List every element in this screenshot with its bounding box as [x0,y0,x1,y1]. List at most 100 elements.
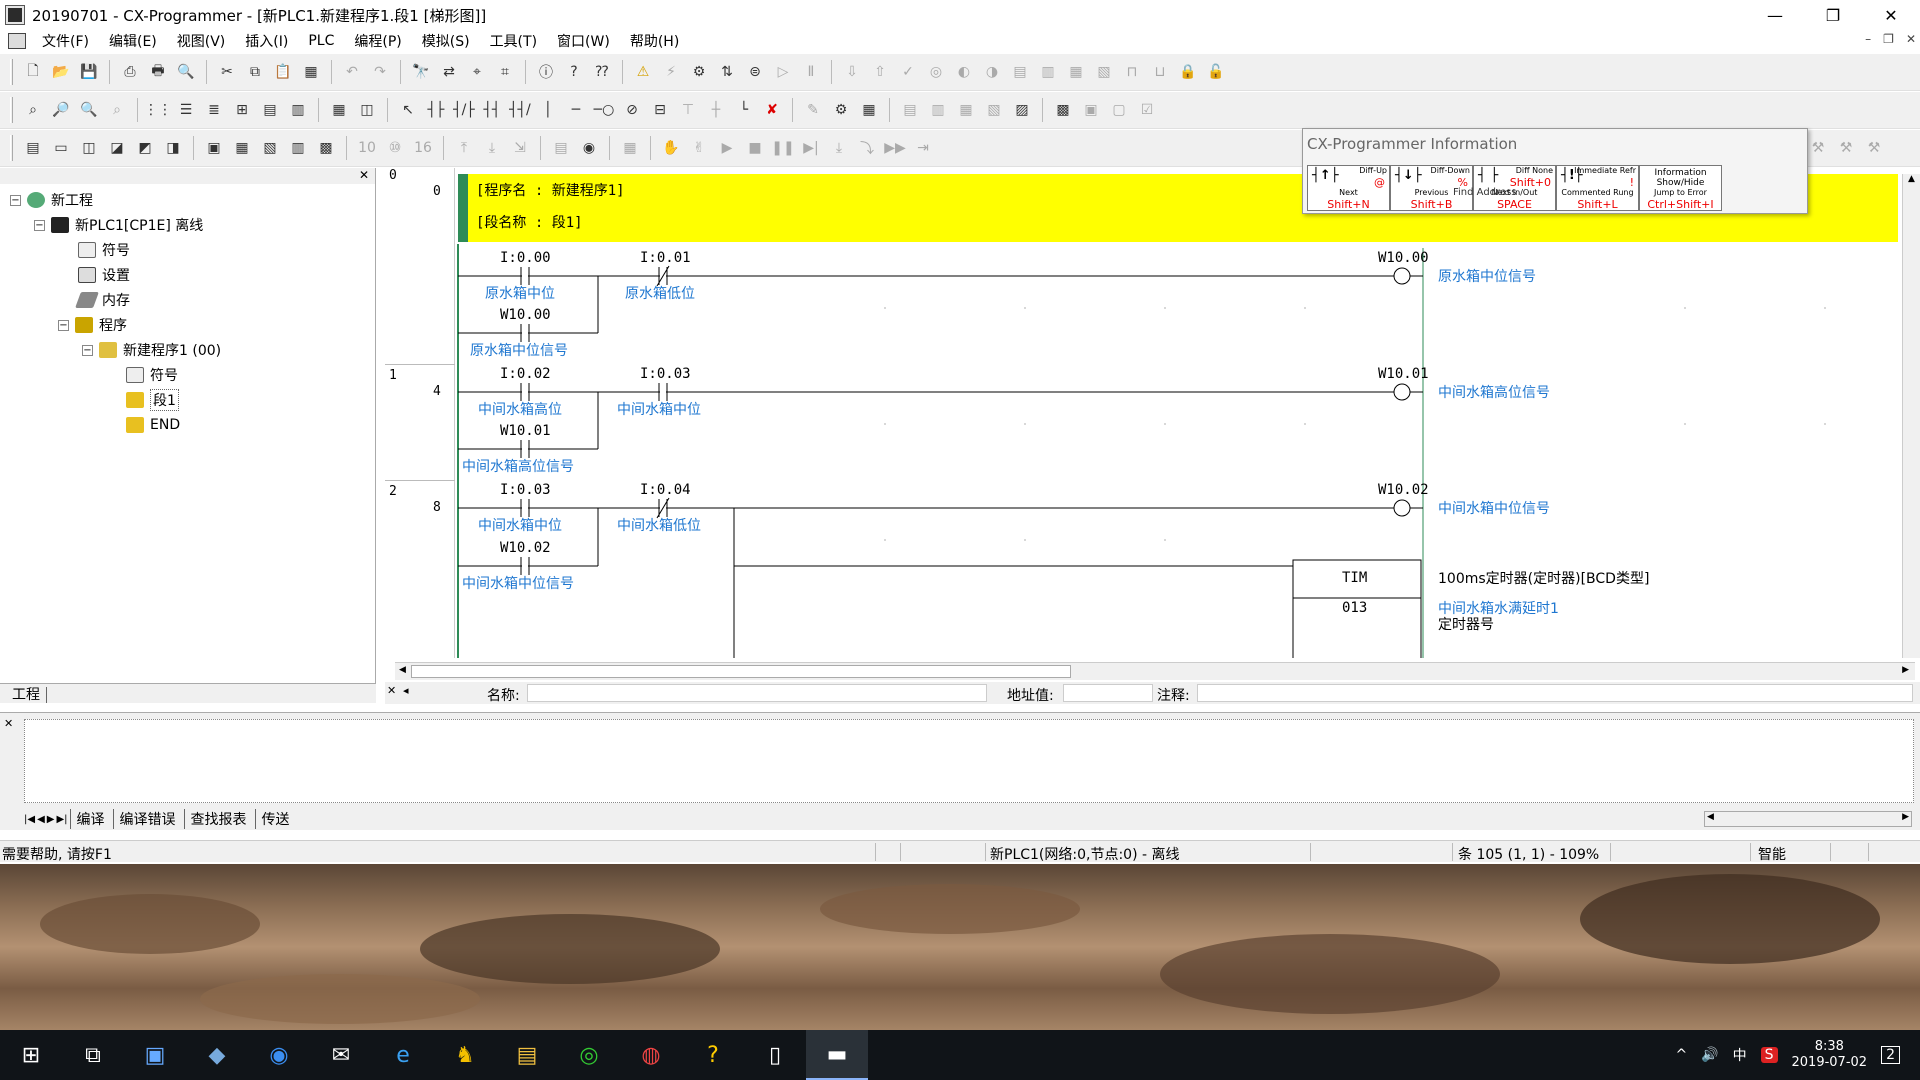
set-icon[interactable]: ▤ [1008,60,1032,84]
output-coil[interactable] [1393,499,1411,517]
volume-icon[interactable]: 🔊 [1701,1047,1718,1063]
tab-compile[interactable]: 编译 [69,809,111,829]
sim-fast-icon[interactable]: ▶▶ [883,136,907,160]
tree-node-local-symbols[interactable]: 符号 [126,364,178,386]
table-icon-1[interactable]: ▤ [898,98,922,122]
run-mode-icon[interactable]: ▷ [771,60,795,84]
online-edit-icon[interactable]: ✎ [801,98,825,122]
maximize-button[interactable]: ❐ [1804,0,1862,30]
zoom-reset-icon[interactable]: ⌕ [105,98,129,122]
sim-stop-icon[interactable]: ■ [743,136,767,160]
new-pt-icon[interactable]: ⊤ [676,98,700,122]
output-close-icon[interactable]: ✕ [4,717,18,730]
ime-indicator[interactable]: 中 [1733,1045,1747,1065]
grid-icon[interactable]: ⋮⋮ [144,98,172,122]
ie-icon[interactable]: e [372,1030,434,1080]
sfc-icon[interactable]: ▦ [327,98,351,122]
watch-window-icon[interactable]: ◫ [77,136,101,160]
view-st-icon[interactable]: ▥ [286,98,310,122]
reset-icon[interactable]: ▥ [1036,60,1060,84]
mdi-close-button[interactable]: ✕ [1906,32,1916,46]
global-symbols-icon[interactable]: ▩ [314,136,338,160]
compile-icon[interactable]: ⚙ [829,98,853,122]
vertical-scrollbar[interactable]: ▲ [1902,174,1920,658]
help-app-icon[interactable]: ? [682,1030,744,1080]
menu-simulate[interactable]: 模拟(S) [412,31,480,51]
scroll-left-icon[interactable]: ◀ [1707,812,1714,822]
compare-icon[interactable]: ⊜ [743,60,767,84]
watch-icon-4[interactable]: ☑ [1135,98,1159,122]
notepad-icon[interactable]: ▯ [744,1030,806,1080]
clock[interactable]: 8:38 2019-07-02 [1792,1039,1868,1071]
display-10-icon[interactable]: 10 [355,136,379,160]
tree-node-end[interactable]: END [126,414,180,436]
tab-nav-next-icon[interactable]: ▶ [47,814,55,825]
sim-status-icon[interactable]: ◉ [577,136,601,160]
replace-icon[interactable]: ⇄ [437,60,461,84]
sim-step-icon[interactable]: ⤒ [452,136,476,160]
scroll-right-icon[interactable]: ▶ [1902,665,1909,675]
new-file-icon[interactable]: 🗋 [21,60,45,84]
info-cell-immediate[interactable]: ┤!├ Immediate Refr ! Commented Rung Shif… [1556,165,1639,211]
memory-card-icon[interactable]: ⊔ [1148,60,1172,84]
print-preview-icon[interactable]: ⎙ [118,60,142,84]
task-view-icon[interactable]: ⧉ [62,1030,124,1080]
output-window-icon[interactable]: ▭ [49,136,73,160]
watch-icon[interactable]: ▩ [1051,98,1075,122]
output-coil[interactable] [1393,267,1411,285]
time-chart-icon[interactable]: ▧ [1092,60,1116,84]
notification-icon[interactable]: 2 [1881,1046,1900,1064]
local-symbols-icon[interactable]: ▥ [286,136,310,160]
mdi-minimize-button[interactable]: – [1865,32,1871,46]
computer-icon[interactable]: ▣ [124,1030,186,1080]
force-on-icon[interactable]: ◐ [952,60,976,84]
mdi-restore-button[interactable]: ❐ [1883,32,1894,46]
unprotect-icon[interactable]: 🔓 [1204,60,1228,84]
save-icon[interactable]: 💾 [77,60,101,84]
collapse-icon[interactable]: − [82,344,93,356]
menu-view[interactable]: 视图(V) [167,31,236,51]
print-icon[interactable]: 🖶 [146,60,170,84]
scroll-left-icon[interactable]: ◀ [399,665,406,675]
sim-step-run-icon[interactable]: ⤓ [827,136,851,160]
extra-tool-icon-2[interactable]: ⚒ [1834,136,1858,160]
address-ref-icon[interactable]: ⌗ [493,60,517,84]
breakpoint-clear-icon[interactable]: ✌ [687,136,711,160]
sim-scan-icon[interactable]: ▶| [799,136,823,160]
toolbar-grip[interactable] [10,135,13,161]
cross-table-icon[interactable]: ▧ [258,136,282,160]
tab-project[interactable]: 工程 [12,687,47,703]
protect-icon[interactable]: 🔒 [1176,60,1200,84]
transfer-icon[interactable]: ⇅ [715,60,739,84]
cx-programmer-icon[interactable]: ▬ [806,1030,868,1080]
data-trace-icon[interactable]: ▦ [1064,60,1088,84]
verify-icon[interactable]: ✓ [896,60,920,84]
tray-chevron-icon[interactable]: ^ [1675,1047,1687,1063]
wechat-icon[interactable]: ◎ [558,1030,620,1080]
view-mnemonic-icon[interactable]: ▤ [258,98,282,122]
toolbar-grip[interactable] [10,59,13,85]
upload-icon[interactable]: ⇧ [868,60,892,84]
project-window-icon[interactable]: ▤ [21,136,45,160]
view-ladder-icon[interactable]: ⊞ [230,98,254,122]
warning-icon[interactable]: ⚠ [631,60,655,84]
scroll-thumb[interactable] [411,665,1071,678]
auto-online-icon[interactable]: ⚙ [687,60,711,84]
collapse-icon[interactable]: − [58,319,69,331]
new-instruction-icon[interactable]: ⊟ [648,98,672,122]
list-icon[interactable]: ≣ [202,98,226,122]
info-popup[interactable]: CX-Programmer Information ┤↑├ Diff-Up @ … [1302,128,1808,214]
output-hscrollbar[interactable]: ◀ ▶ [1704,811,1912,827]
table-icon-3[interactable]: ▦ [954,98,978,122]
tab-transfer[interactable]: 传送 [254,809,296,829]
info-cell-diff-up[interactable]: ┤↑├ Diff-Up @ Next Shift+N [1307,165,1390,211]
properties-icon[interactable]: ⓘ [534,60,558,84]
menu-program[interactable]: 编程(P) [344,31,411,51]
sim-step-out-icon[interactable]: ⇲ [508,136,532,160]
new-or-contact-icon[interactable]: ┤┤ [480,98,504,122]
chrome-icon[interactable]: ◍ [620,1030,682,1080]
sim-run-icon[interactable]: ▶ [715,136,739,160]
vertical-line-icon[interactable]: │ [536,98,560,122]
tree-node-project[interactable]: − 新工程 [10,189,93,211]
display-bcd-icon[interactable]: ⑩ [383,136,407,160]
